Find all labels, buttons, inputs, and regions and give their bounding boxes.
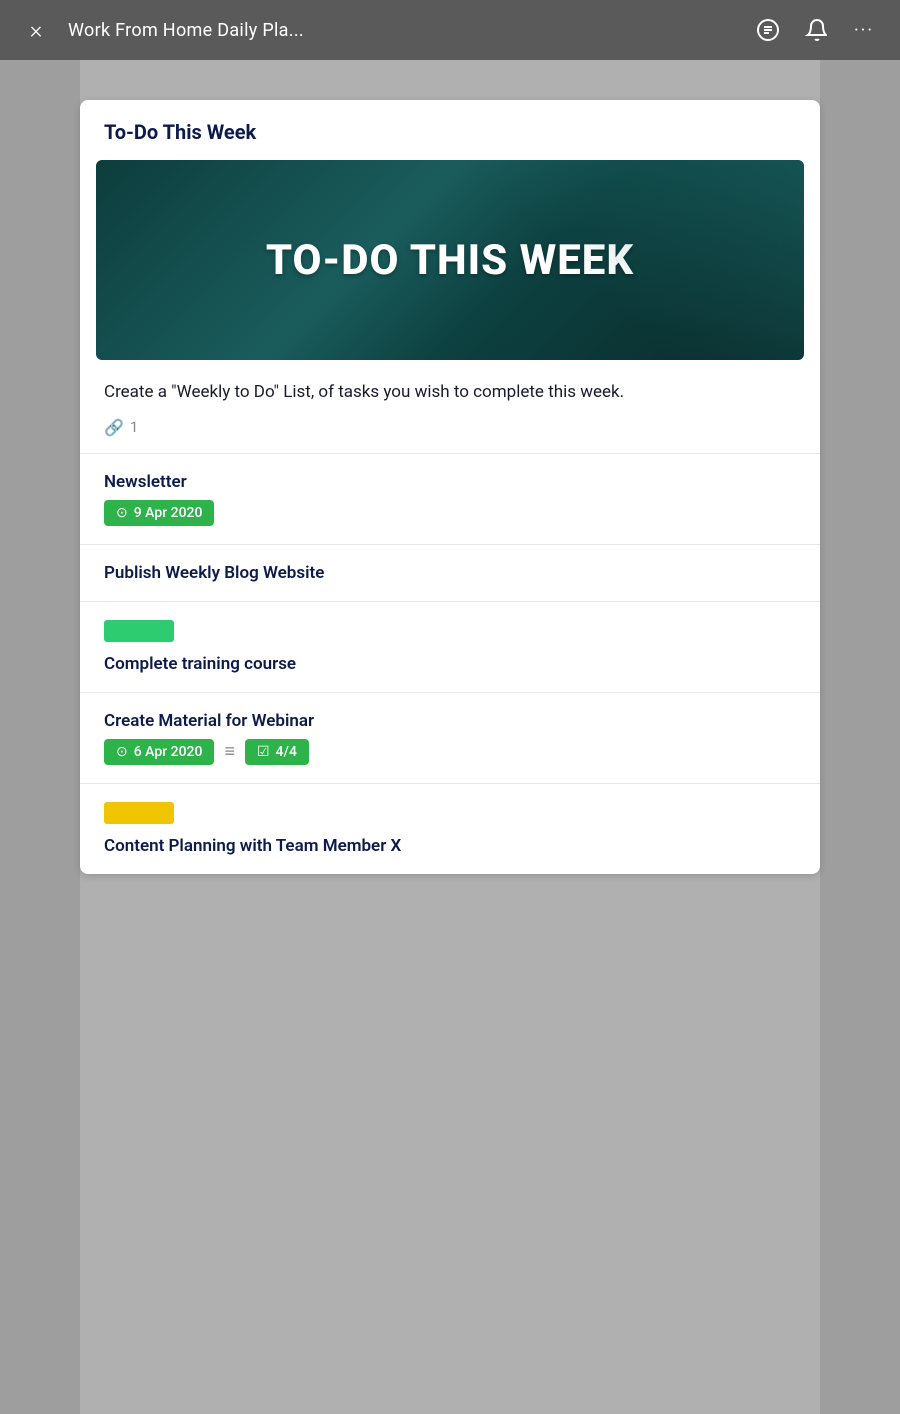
bell-icon[interactable] (800, 14, 832, 46)
badges-row: 6 Apr 2020 ≡ 4/4 (104, 739, 796, 765)
item-title: Create Material for Webinar (104, 711, 796, 731)
hero-banner: TO-DO THIS WEEK (96, 160, 804, 360)
main-content: To-Do This Week TO-DO THIS WEEK Create a… (0, 60, 900, 1414)
page-title: Work From Home Daily Pla... (68, 20, 736, 41)
todo-card: To-Do This Week TO-DO THIS WEEK Create a… (80, 100, 820, 874)
top-bar: × Work From Home Daily Pla... ··· (0, 0, 900, 60)
list-item[interactable]: Content Planning with Team Member X (80, 784, 820, 874)
check-icon (257, 744, 270, 760)
checklist-badge: 4/4 (245, 739, 309, 765)
list-item[interactable]: Publish Weekly Blog Website (80, 545, 820, 602)
list-item[interactable]: Create Material for Webinar 6 Apr 2020 ≡… (80, 693, 820, 784)
yellow-tag (104, 802, 174, 824)
item-title: Publish Weekly Blog Website (104, 563, 796, 583)
attachment-count: 1 (130, 418, 138, 436)
item-title: Content Planning with Team Member X (104, 836, 796, 856)
lines-icon: ≡ (224, 741, 235, 762)
attachment-icon: 🔗 (104, 418, 124, 437)
document-icon[interactable] (752, 14, 784, 46)
card-title: To-Do This Week (104, 120, 796, 144)
date-badge: 6 Apr 2020 (104, 739, 214, 765)
checklist-count: 4/4 (276, 744, 297, 760)
item-title: Newsletter (104, 472, 796, 492)
list-item[interactable]: Newsletter 9 Apr 2020 (80, 454, 820, 545)
description-area: Create a "Weekly to Do" List, of tasks y… (80, 360, 820, 454)
green-tag (104, 620, 174, 642)
attachment-row: 🔗 1 (104, 418, 796, 437)
item-title: Complete training course (104, 654, 796, 674)
description-text: Create a "Weekly to Do" List, of tasks y… (104, 380, 796, 406)
list-item[interactable]: Complete training course (80, 602, 820, 693)
date-badge: 9 Apr 2020 (104, 500, 214, 526)
more-options-icon[interactable]: ··· (848, 14, 880, 46)
card-header: To-Do This Week (80, 100, 820, 160)
hero-decoration (450, 160, 804, 360)
close-icon[interactable]: × (20, 14, 52, 46)
